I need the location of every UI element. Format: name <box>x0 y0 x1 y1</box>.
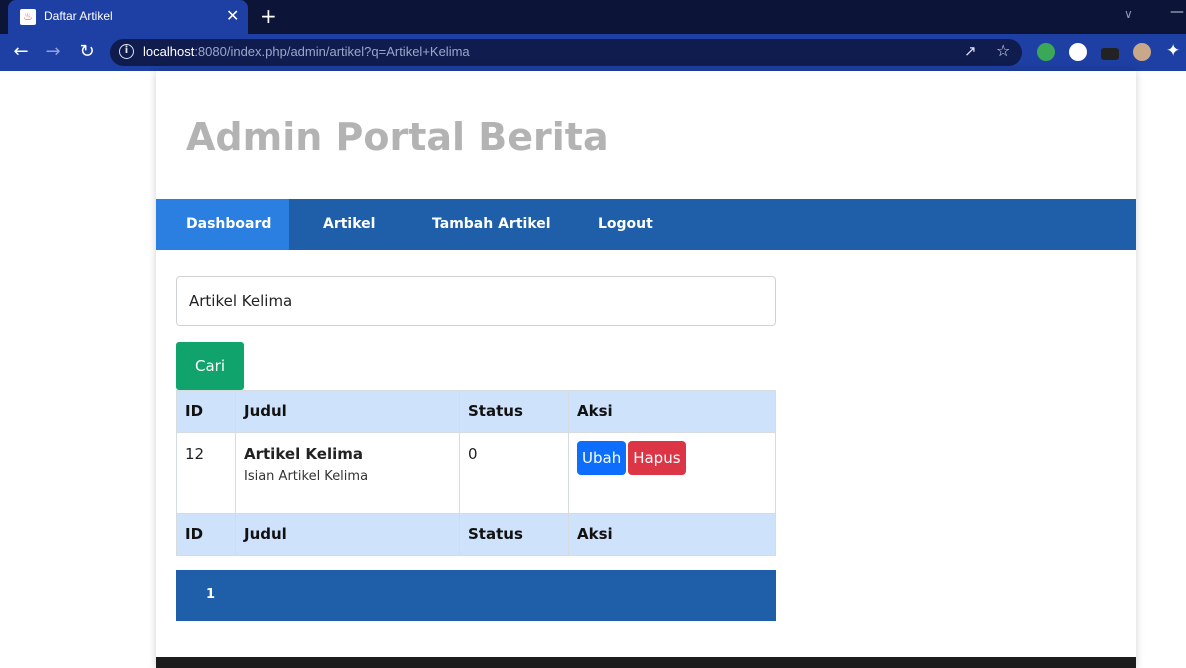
address-bar[interactable]: i localhost:8080/index.php/admin/artikel… <box>110 39 1022 66</box>
header-judul: Judul <box>235 390 460 433</box>
tab-search-icon[interactable]: ∨ <box>1124 7 1133 21</box>
tab-title: Daftar Artikel <box>44 9 113 23</box>
page-footer <box>156 657 1136 668</box>
tab-close-icon[interactable]: ✕ <box>226 6 239 25</box>
profile-avatar[interactable] <box>1133 43 1151 61</box>
article-description: Isian Artikel Kelima <box>244 469 369 484</box>
search-input[interactable] <box>176 276 776 326</box>
article-table: ID Judul Status Aksi 12 Artikel Kelima I… <box>176 390 776 556</box>
site-title: Admin Portal Berita <box>186 115 609 159</box>
cell-id: 12 <box>176 432 236 514</box>
main-nav: Dashboard Artikel Tambah Artikel Logout <box>156 199 1136 250</box>
browser-tab-bar: ♨ Daftar Artikel ✕ + ∨ — <box>0 0 1186 34</box>
nav-tambah-artikel[interactable]: Tambah Artikel <box>432 199 551 250</box>
new-tab-button[interactable]: + <box>260 4 277 28</box>
star-icon[interactable]: ☆ <box>996 41 1010 60</box>
delete-button[interactable]: Hapus <box>628 441 686 475</box>
footer-aksi: Aksi <box>568 513 776 556</box>
extension-icon-2[interactable] <box>1069 43 1087 61</box>
cell-status: 0 <box>459 432 569 514</box>
header-aksi: Aksi <box>568 390 776 433</box>
table-row: 12 Artikel Kelima Isian Artikel Kelima 0… <box>176 432 776 514</box>
edit-button[interactable]: Ubah <box>577 441 627 475</box>
footer-status: Status <box>459 513 569 556</box>
content-container: Admin Portal Berita Dashboard Artikel Ta… <box>156 71 1136 668</box>
footer-judul: Judul <box>235 513 460 556</box>
share-icon[interactable]: ↗ <box>964 42 977 60</box>
page: Admin Portal Berita Dashboard Artikel Ta… <box>0 71 1186 668</box>
back-icon[interactable]: ← <box>10 41 32 62</box>
page-link-1[interactable]: 1 <box>206 587 215 602</box>
cell-judul: Artikel Kelima Isian Artikel Kelima <box>235 432 460 514</box>
table-footer-row: ID Judul Status Aksi <box>176 513 776 556</box>
header-status: Status <box>459 390 569 433</box>
table-header-row: ID Judul Status Aksi <box>176 390 776 433</box>
cell-aksi: Ubah Hapus <box>568 432 776 514</box>
info-icon[interactable]: i <box>119 44 134 59</box>
url-path: :8080/index.php/admin/artikel?q=Artikel+… <box>194 44 470 59</box>
header-id: ID <box>176 390 236 433</box>
minimize-icon[interactable]: — <box>1170 4 1184 20</box>
nav-dashboard[interactable]: Dashboard <box>156 199 289 250</box>
nav-logout[interactable]: Logout <box>598 199 653 250</box>
search-button[interactable]: Cari <box>176 342 244 390</box>
nav-artikel[interactable]: Artikel <box>323 199 375 250</box>
favicon-icon: ♨ <box>20 9 36 25</box>
extensions-icon[interactable]: ✦ <box>1166 41 1184 61</box>
article-title: Artikel Kelima <box>244 445 363 463</box>
browser-tab[interactable]: ♨ Daftar Artikel ✕ <box>8 0 248 34</box>
pagination: 1 <box>176 570 776 621</box>
reload-icon[interactable]: ↻ <box>76 41 98 62</box>
footer-id: ID <box>176 513 236 556</box>
extension-icon-1[interactable] <box>1037 43 1055 61</box>
extension-icon-3[interactable] <box>1101 48 1119 60</box>
forward-icon[interactable]: → <box>42 41 64 62</box>
browser-toolbar: ← → ↻ i localhost:8080/index.php/admin/a… <box>0 34 1186 71</box>
url-text[interactable]: localhost:8080/index.php/admin/artikel?q… <box>143 44 470 59</box>
url-host: localhost <box>143 44 195 59</box>
